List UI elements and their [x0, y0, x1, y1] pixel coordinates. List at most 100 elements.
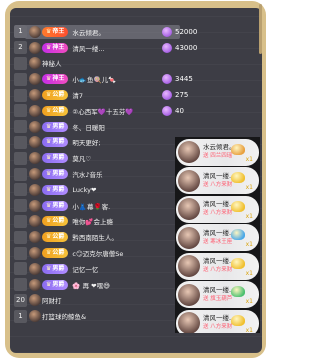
gift-notification[interactable]: 清风一缕... 送 八方来财 x1 — [176, 252, 259, 280]
avatar[interactable] — [29, 57, 41, 70]
crown-icon: ♛ — [46, 27, 52, 35]
avatar[interactable] — [29, 278, 41, 291]
crown-icon: ♛ — [46, 75, 52, 83]
crown-icon: ♛ — [46, 280, 52, 288]
badge-label: 神王 — [52, 43, 65, 51]
gift-notification[interactable]: 清风一缕... 送 八方来财 x1 — [176, 195, 259, 223]
avatar[interactable] — [29, 41, 41, 54]
gift-notification[interactable]: 清风一缕... 送 八方来财 x1 — [176, 309, 259, 333]
user-name: 打篮球的鲸鱼& — [42, 313, 87, 322]
avatar[interactable] — [29, 168, 41, 181]
contribution-value: 43000 — [175, 43, 198, 52]
rank-badge: ♛男爵 — [42, 184, 69, 195]
sender-avatar — [178, 226, 200, 249]
user-name: 清风一缕... — [72, 44, 105, 53]
avatar[interactable] — [29, 136, 41, 149]
crown-icon: ♛ — [46, 106, 52, 114]
rank-badge: ♛神王 — [42, 42, 69, 53]
gift-count: x1 — [245, 241, 253, 248]
crown-icon: ♛ — [46, 185, 52, 193]
gift-count: x1 — [245, 298, 253, 305]
user-name: Lucky❤ — [72, 185, 97, 194]
ranking-row[interactable]: ♛男爵 小👗幕🌹客. — [14, 198, 174, 214]
badge-label: 男爵 — [52, 264, 65, 272]
rank-number: 2 — [14, 41, 27, 55]
avatar[interactable] — [29, 231, 41, 244]
ranking-row[interactable]: ♛男爵 🌸 再 ❤嘿😅 — [14, 277, 174, 293]
avatar[interactable] — [29, 310, 41, 323]
badge-label: 公爵 — [52, 91, 65, 99]
avatar[interactable] — [29, 262, 41, 275]
ranking-row[interactable]: ♛男爵 莫凡♡ — [14, 150, 174, 166]
rank-number — [14, 199, 27, 213]
user-name: 冬、日暖阳 — [72, 123, 105, 132]
ranking-row[interactable]: ♛男爵 记忆一忆 — [14, 261, 174, 277]
ranking-row[interactable]: 20 阿财打 — [14, 293, 174, 309]
gift-notification-panel: 水云倾君。送 四兰四瑶 x1 清风一缕... 送 八方来财 x1 清风一缕... 送 八方来… — [175, 137, 260, 333]
avatar[interactable] — [29, 294, 41, 307]
gift-notification[interactable]: 水云倾君。送 四兰四瑶 x1 — [176, 138, 259, 166]
avatar[interactable] — [29, 73, 41, 86]
ranking-row[interactable]: 神秘人 — [14, 56, 174, 72]
rank-number — [14, 72, 27, 86]
badge-label: 男爵 — [52, 201, 65, 209]
crown-icon: ♛ — [46, 264, 52, 272]
avatar[interactable] — [29, 120, 41, 133]
value-row: 43000 — [162, 40, 252, 56]
avatar[interactable] — [29, 25, 41, 38]
ranking-row[interactable]: 1 ♛帝王 水云倾君。 — [14, 24, 180, 40]
ranking-row[interactable]: ♛神王 小🐟鱼🍭儿🍬 — [14, 71, 174, 87]
rank-badge: ♛男爵 — [42, 153, 69, 164]
user-name: 小🐟鱼🍭儿🍬 — [72, 76, 117, 85]
rank-number — [14, 214, 27, 228]
rank-number — [14, 278, 27, 292]
ranking-row[interactable]: ♛公爵 黔西南陌生人。 — [14, 229, 174, 245]
ranking-row[interactable]: ♛男爵 冬、日暖阳 — [14, 119, 174, 135]
ranking-row[interactable]: ♛男爵 汽水♪音乐 — [14, 166, 174, 182]
ranking-row[interactable]: ♛公爵 清7 — [14, 87, 174, 103]
avatar[interactable] — [29, 89, 41, 102]
user-name: 水云倾君。 — [72, 28, 105, 37]
rank-number — [14, 135, 27, 149]
value-row: 40 — [162, 103, 252, 119]
ranking-row[interactable]: ♛公爵 ②心西军💜十五芬💜 — [14, 103, 174, 119]
crown-icon: ♛ — [46, 43, 52, 51]
ranking-row[interactable]: ♛公爵 唯你💕会上瘾 — [14, 214, 174, 230]
gift-text: 清风一缕... 送 旗玉葫芦 — [203, 286, 235, 304]
gift-description: 送 四兰四瑶 — [203, 153, 233, 159]
user-name: c😏迈克尔唐僧Se — [72, 250, 124, 259]
scrollbar[interactable] — [259, 4, 262, 54]
ranking-row[interactable]: ♛男爵 Lucky❤ — [14, 182, 174, 198]
gift-count: x1 — [245, 155, 253, 163]
rank-badge: ♛帝王 — [42, 26, 69, 37]
gift-notification[interactable]: 清风一缕... 送 八方来财 x1 — [176, 167, 259, 194]
gift-notification[interactable]: 清风一缕... 送 寒冰王座 x1 — [176, 224, 259, 251]
rank-badge: ♛男爵 — [42, 169, 69, 180]
ranking-row[interactable]: 2 ♛神王 清风一缕... — [14, 40, 174, 56]
sender-avatar — [178, 255, 200, 277]
avatar[interactable] — [29, 152, 41, 165]
avatar[interactable] — [29, 104, 41, 117]
ranking-row[interactable]: 1 打篮球的鲸鱼& — [14, 308, 174, 324]
rank-badge: ♛公爵 — [42, 248, 69, 259]
rank-number: 20 — [14, 293, 27, 307]
sender-avatar — [178, 198, 200, 220]
badge-label: 男爵 — [52, 138, 65, 146]
rank-number — [14, 230, 27, 244]
rank-badge: ♛神王 — [42, 74, 69, 85]
ranking-row[interactable]: ♛公爵 c😏迈克尔唐僧Se — [14, 245, 174, 261]
user-name: 汽水♪音乐 — [72, 171, 103, 180]
gift-description: 送 寒冰王座 — [203, 238, 233, 245]
rank-badge: ♛公爵 — [42, 232, 69, 243]
badge-label: 帝王 — [52, 27, 65, 35]
avatar[interactable] — [29, 199, 41, 212]
rank-badge: ♛男爵 — [42, 279, 69, 290]
avatar[interactable] — [29, 183, 41, 196]
contribution-value: 40 — [175, 106, 184, 115]
gift-notification[interactable]: 清风一缕... 送 旗玉葫芦 x1 — [176, 281, 259, 308]
ranking-row[interactable]: ♛男爵 明天更好; — [14, 135, 174, 151]
crown-icon: ♛ — [46, 122, 52, 130]
avatar[interactable] — [29, 215, 41, 228]
rank-badge: ♛公爵 — [42, 90, 69, 101]
avatar[interactable] — [29, 247, 41, 260]
